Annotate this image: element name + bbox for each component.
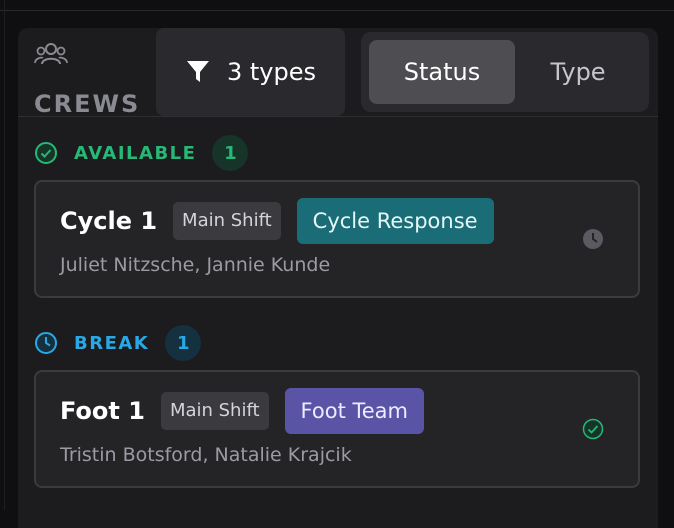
crews-title-block: CREWS (34, 40, 144, 118)
clock-icon (583, 229, 603, 249)
filter-funnel-icon (186, 61, 209, 82)
crew-type-tag: Foot Team (284, 388, 424, 434)
crews-label: CREWS (34, 90, 141, 118)
crews-header: CREWS 3 types Status Type (18, 28, 658, 118)
crew-name: Foot 1 (60, 397, 145, 425)
crew-card-cycle-1[interactable]: Cycle 1 Main Shift Cycle Response Juliet… (34, 180, 640, 298)
people-group-icon (34, 43, 68, 65)
group-by-status-option[interactable]: Status (369, 40, 515, 104)
group-header-available: AVAILABLE 1 (34, 135, 249, 171)
group-by-toggle: Status Type (361, 32, 649, 112)
left-divider (4, 0, 5, 510)
top-divider (0, 10, 674, 11)
crew-card-foot-1[interactable]: Foot 1 Main Shift Foot Team Tristin Bots… (34, 370, 640, 488)
crew-title-row: Foot 1 Main Shift Foot Team (60, 388, 424, 434)
crew-type-tag: Cycle Response (296, 198, 494, 244)
crew-members: Tristin Botsford, Natalie Krajcik (60, 444, 352, 466)
filter-label: 3 types (226, 58, 316, 86)
crew-name: Cycle 1 (60, 207, 158, 235)
group-count-badge: 1 (165, 325, 202, 361)
crew-members: Juliet Nitzsche, Jannie Kunde (60, 254, 331, 276)
filter-types-button[interactable]: 3 types (156, 28, 345, 116)
group-name: BREAK (74, 332, 150, 354)
clock-icon (35, 332, 57, 354)
shift-badge: Main Shift (173, 202, 281, 240)
crew-title-row: Cycle 1 Main Shift Cycle Response (60, 198, 494, 244)
group-by-type-option[interactable]: Type (515, 40, 641, 104)
shift-badge: Main Shift (160, 392, 269, 430)
group-count-badge: 1 (212, 135, 249, 171)
group-name: AVAILABLE (74, 142, 197, 164)
group-header-break: BREAK 1 (34, 325, 202, 361)
check-circle-icon (35, 142, 57, 164)
check-circle-icon (582, 418, 604, 440)
